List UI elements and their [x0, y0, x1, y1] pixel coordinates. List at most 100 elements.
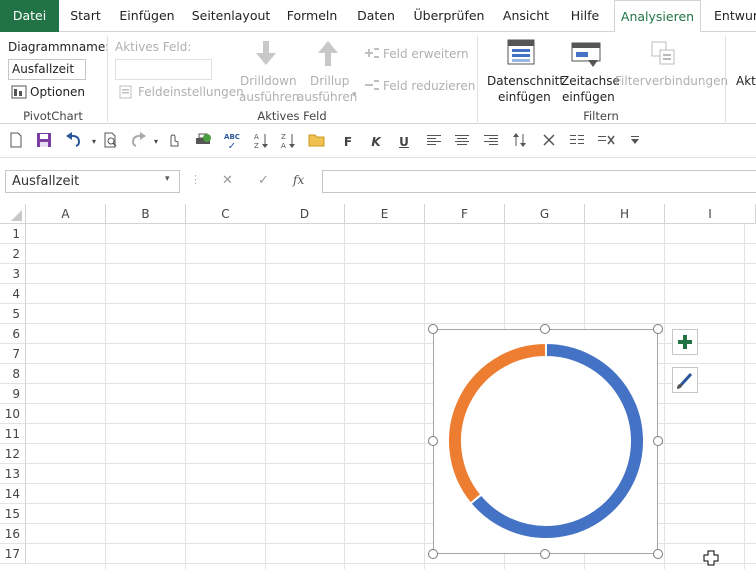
- spelling-icon[interactable]: ABC ✓: [222, 132, 242, 152]
- tab-view[interactable]: Ansicht: [496, 0, 556, 32]
- sort-icon[interactable]: [510, 132, 530, 152]
- row-header-17[interactable]: 17: [0, 544, 26, 564]
- column-header-f[interactable]: F: [425, 204, 505, 224]
- drillup-label-1[interactable]: Drillup: [310, 74, 349, 88]
- formula-input[interactable]: [322, 170, 756, 193]
- resize-handle-bottom-right[interactable]: [653, 549, 663, 559]
- resize-handle-bottom-left[interactable]: [428, 549, 438, 559]
- remove-duplicates-icon[interactable]: [596, 132, 616, 152]
- tab-start[interactable]: Start: [63, 0, 108, 32]
- clear-filter-icon[interactable]: [539, 132, 559, 152]
- doughnut-chart-plot[interactable]: [434, 330, 659, 555]
- paintbrush-icon: [677, 372, 693, 389]
- chart-elements-button[interactable]: [672, 329, 698, 355]
- collapse-field-button[interactable]: Feld reduzieren: [383, 79, 475, 93]
- row-header-3[interactable]: 3: [0, 264, 26, 284]
- filter-connections-button[interactable]: Filterverbindungen: [615, 74, 728, 88]
- italic-button[interactable]: K: [366, 132, 386, 152]
- row-header-8[interactable]: 8: [0, 364, 26, 384]
- tab-insert[interactable]: Einfügen: [113, 0, 181, 32]
- name-box-dropdown-icon[interactable]: ▾: [165, 174, 170, 184]
- align-right-icon[interactable]: [481, 132, 501, 152]
- redo-icon[interactable]: [128, 132, 148, 152]
- active-field-input[interactable]: [115, 59, 212, 80]
- field-settings-button[interactable]: Feldeinstellungen: [138, 85, 244, 99]
- enter-icon[interactable]: ✓: [258, 173, 269, 188]
- cancel-icon[interactable]: ✕: [222, 173, 233, 188]
- column-header-a[interactable]: A: [26, 204, 106, 224]
- pivot-chart[interactable]: [433, 329, 658, 554]
- bold-button[interactable]: F: [338, 132, 358, 152]
- row-header-16[interactable]: 16: [0, 524, 26, 544]
- timeline-label-2[interactable]: einfügen: [562, 90, 615, 104]
- options-button[interactable]: Optionen: [30, 85, 85, 99]
- row-header-10[interactable]: 10: [0, 404, 26, 424]
- touch-mode-icon[interactable]: [163, 132, 183, 152]
- open-folder-icon[interactable]: [307, 132, 327, 152]
- tab-data[interactable]: Daten: [351, 0, 401, 32]
- doughnut-slice-2[interactable]: [447, 341, 547, 505]
- row-header-11[interactable]: 11: [0, 424, 26, 444]
- refresh-button[interactable]: Akt: [736, 74, 756, 88]
- row-gridline: [26, 563, 756, 564]
- underline-button[interactable]: U: [394, 132, 414, 152]
- align-left-icon[interactable]: [424, 132, 444, 152]
- resize-handle-left[interactable]: [428, 436, 438, 446]
- row-header-5[interactable]: 5: [0, 304, 26, 324]
- text-to-columns-icon[interactable]: [567, 132, 587, 152]
- expand-field-button[interactable]: Feld erweitern: [383, 47, 469, 61]
- tab-page-layout[interactable]: Seitenlayout: [188, 0, 274, 32]
- tab-design[interactable]: Entwurf: [706, 0, 756, 32]
- row-header-9[interactable]: 9: [0, 384, 26, 404]
- slicer-label-2[interactable]: einfügen: [498, 90, 551, 104]
- printer-icon[interactable]: [193, 132, 213, 152]
- column-header-h[interactable]: H: [585, 204, 665, 224]
- chart-name-input[interactable]: Ausfallzeit: [8, 59, 86, 80]
- new-document-icon[interactable]: [6, 132, 26, 152]
- tab-formulas[interactable]: Formeln: [280, 0, 344, 32]
- sort-descending-icon[interactable]: ZA: [278, 132, 298, 152]
- column-header-b[interactable]: B: [106, 204, 186, 224]
- row-header-7[interactable]: 7: [0, 344, 26, 364]
- column-header-e[interactable]: E: [345, 204, 425, 224]
- tab-review[interactable]: Überprüfen: [408, 0, 490, 32]
- print-preview-icon[interactable]: [101, 132, 121, 152]
- row-header-15[interactable]: 15: [0, 504, 26, 524]
- chart-styles-button[interactable]: [672, 367, 698, 393]
- drillup-dropdown-icon[interactable]: ▾: [352, 90, 357, 100]
- row-header-12[interactable]: 12: [0, 444, 26, 464]
- undo-icon[interactable]: [64, 132, 84, 152]
- name-box[interactable]: Ausfallzeit: [5, 170, 180, 193]
- drilldown-icon: [254, 39, 278, 70]
- tab-analyze[interactable]: Analysieren: [614, 0, 701, 33]
- tab-file[interactable]: Datei: [0, 0, 59, 32]
- slicer-label-1[interactable]: Datenschnitt: [487, 74, 564, 88]
- resize-handle-bottom[interactable]: [540, 549, 550, 559]
- drilldown-label-1[interactable]: Drilldown: [240, 74, 297, 88]
- resize-handle-top-left[interactable]: [428, 324, 438, 334]
- align-center-icon[interactable]: [452, 132, 472, 152]
- resize-handle-right[interactable]: [653, 436, 663, 446]
- column-header-g[interactable]: G: [505, 204, 585, 224]
- resize-handle-top[interactable]: [540, 324, 550, 334]
- tab-help[interactable]: Hilfe: [562, 0, 608, 32]
- column-header-d[interactable]: D: [265, 204, 345, 224]
- svg-text:Z: Z: [254, 142, 259, 150]
- insert-function-icon[interactable]: fx: [293, 173, 304, 187]
- drillup-label-2[interactable]: ausführen: [297, 90, 357, 104]
- customize-qat-icon[interactable]: [625, 132, 645, 152]
- row-header-2[interactable]: 2: [0, 244, 26, 264]
- row-header-14[interactable]: 14: [0, 484, 26, 504]
- timeline-label-1[interactable]: Zeitachse: [561, 74, 620, 88]
- select-all-corner[interactable]: [0, 204, 26, 224]
- column-header-i[interactable]: I: [665, 204, 756, 224]
- drilldown-label-2[interactable]: ausführen: [239, 90, 299, 104]
- sort-ascending-icon[interactable]: AZ: [251, 132, 271, 152]
- row-header-1[interactable]: 1: [0, 224, 26, 244]
- resize-handle-top-right[interactable]: [653, 324, 663, 334]
- save-icon[interactable]: [34, 132, 54, 152]
- column-header-c[interactable]: C: [186, 204, 266, 224]
- row-header-13[interactable]: 13: [0, 464, 26, 484]
- row-header-4[interactable]: 4: [0, 284, 26, 304]
- row-header-6[interactable]: 6: [0, 324, 26, 344]
